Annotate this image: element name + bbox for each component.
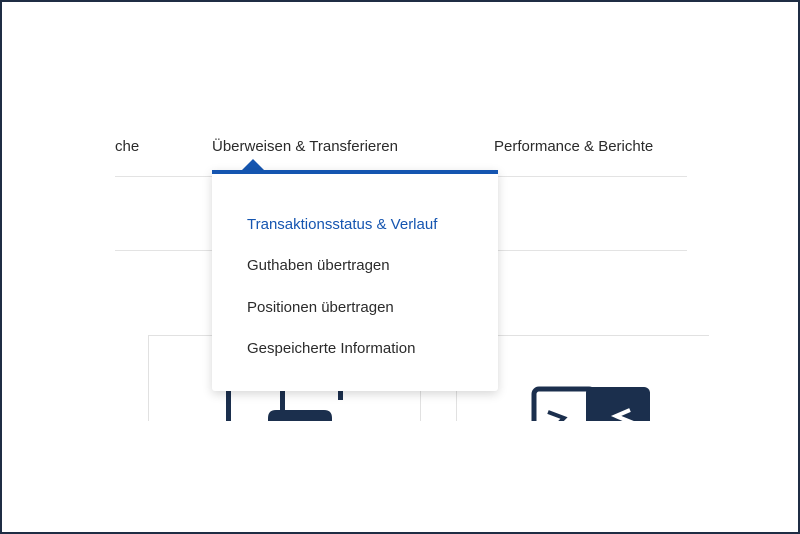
menu-item-transfer-funds[interactable]: Guthaben übertragen [247, 257, 390, 274]
menu-item-transfer-positions[interactable]: Positionen übertragen [247, 299, 394, 316]
transfer-dropdown-menu: Transaktionsstatus & Verlauf Guthaben üb… [212, 170, 498, 391]
nav-item-prev[interactable]: che [115, 138, 139, 155]
nav-item-performance[interactable]: Performance & Berichte [494, 138, 653, 155]
menu-item-transaction-status[interactable]: Transaktionsstatus & Verlauf [247, 216, 437, 233]
menu-item-saved-information[interactable]: Gespeicherte Information [247, 340, 415, 357]
dropdown-caret-icon [242, 159, 264, 170]
transfer-arrows-icon [531, 386, 650, 424]
nav-item-transfer[interactable]: Überweisen & Transferieren [212, 138, 398, 155]
browser-frame: che Überweisen & Transferieren Performan… [0, 0, 800, 534]
page-blank-area [2, 421, 798, 532]
